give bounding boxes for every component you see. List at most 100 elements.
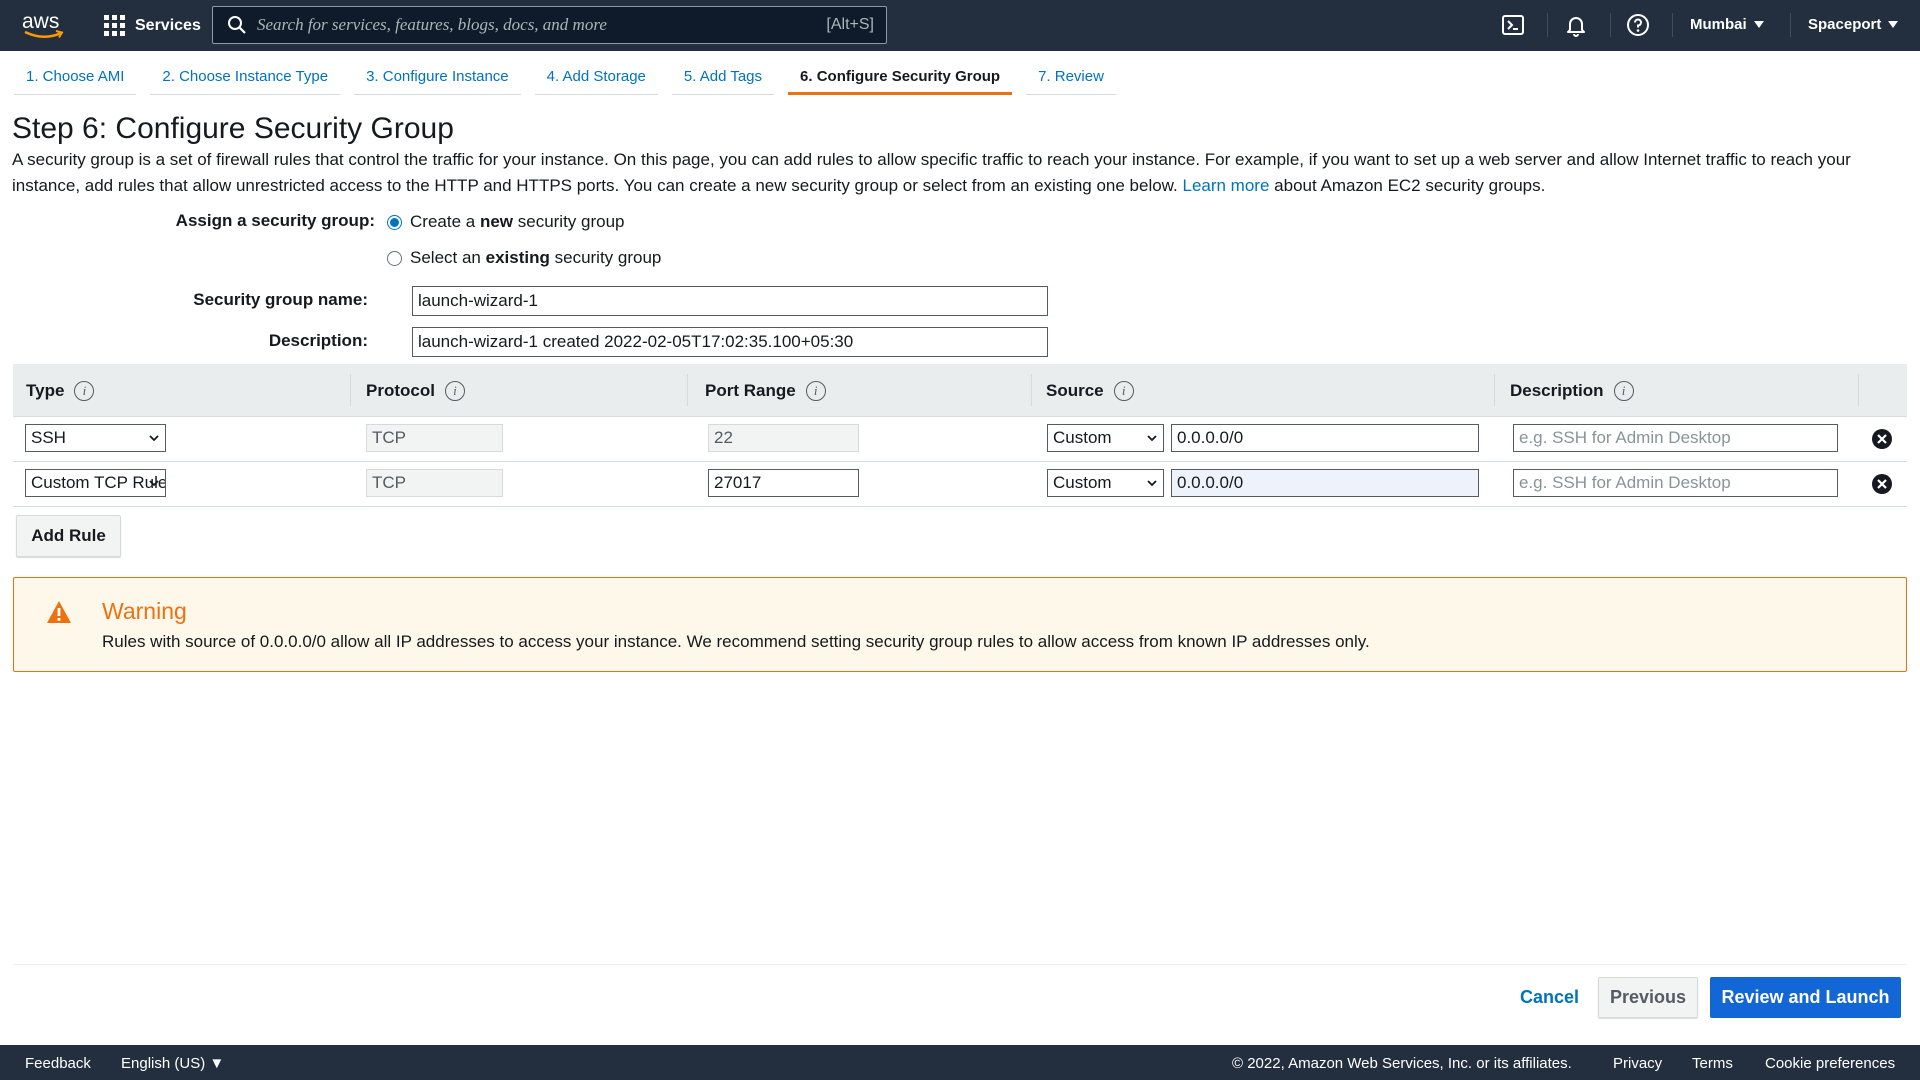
notifications-bell-icon[interactable] [1564,13,1588,37]
table-row: SSH Custom [13,417,1907,462]
option-create-new[interactable]: Create a new security group [387,212,625,232]
rule-description-input[interactable] [1513,424,1838,452]
rule-protocol-input [366,424,503,452]
column-divider [1858,374,1859,406]
rule-source-select[interactable]: Custom [1047,469,1164,497]
tab-choose-instance-type[interactable]: 2. Choose Instance Type [150,60,341,95]
description-input[interactable] [412,327,1048,357]
rule-source-cidr-input[interactable] [1171,469,1479,497]
region-label: Mumbai [1690,16,1747,33]
nav-divider [1672,13,1673,37]
nav-divider [1547,13,1548,37]
rule-protocol-input [366,469,503,497]
chevron-down-icon [1147,480,1157,487]
rule-port-range-input [708,424,859,452]
description-label: Description: [268,331,368,350]
account-label: Spaceport [1808,16,1882,33]
account-menu[interactable]: Spaceport [1808,16,1899,33]
previous-button[interactable]: Previous [1598,977,1698,1018]
cancel-button[interactable]: Cancel [1520,987,1579,1008]
option-create-new-label: Create a new security group [410,212,625,231]
column-header-type: Type i [26,364,95,417]
chevron-down-icon [1147,435,1157,442]
warning-text: Rules with source of 0.0.0.0/0 allow all… [102,632,1370,651]
column-divider [1031,374,1032,406]
info-icon[interactable]: i [805,380,826,401]
warning-title: Warning [102,598,187,624]
nav-divider [1610,13,1611,37]
global-search[interactable]: [Alt+S] [212,6,887,44]
tab-add-storage[interactable]: 4. Add Storage [534,60,658,95]
tab-choose-ami[interactable]: 1. Choose AMI [14,60,137,95]
remove-rule-icon[interactable] [1871,473,1893,495]
column-divider [687,374,688,406]
console-footer: Feedback English (US) ▼ © 2022, Amazon W… [0,1045,1920,1080]
column-header-description: Description i [1510,364,1634,417]
learn-more-link[interactable]: Learn more [1182,176,1269,195]
rule-type-select[interactable]: SSH [25,424,166,452]
services-menu-button[interactable]: Services [104,12,201,39]
grid-icon [104,15,125,36]
rule-type-select[interactable]: Custom TCP Rule [25,469,166,497]
table-row: Custom TCP Rule Custom [13,462,1907,507]
feedback-link[interactable]: Feedback [25,1055,91,1072]
rule-source-select[interactable]: Custom [1047,424,1164,452]
page-title: Step 6: Configure Security Group [12,112,454,145]
security-rules-table: Type i Protocol i Port Range i Source i … [13,364,1907,507]
intro-suffix: about Amazon EC2 security groups. [1274,176,1546,195]
language-selector[interactable]: English (US) ▼ [121,1055,224,1072]
aws-logo[interactable]: aws [22,8,66,42]
rule-source-cidr-input[interactable] [1171,424,1479,452]
column-header-port-range: Port Range i [705,364,826,417]
top-navigation-bar: aws Services [Alt+S] [0,0,1920,51]
search-input[interactable] [257,15,827,35]
info-icon[interactable]: i [1613,380,1634,401]
info-icon[interactable]: i [74,380,95,401]
remove-rule-icon[interactable] [1871,428,1893,450]
radio-select-existing[interactable] [387,250,402,266]
chevron-down-icon [149,435,159,442]
cloudshell-icon[interactable] [1501,13,1525,37]
security-group-name-input[interactable] [412,286,1048,316]
tab-configure-security-group[interactable]: 6. Configure Security Group [788,60,1013,95]
search-icon [228,16,246,34]
radio-create-new[interactable] [387,214,402,230]
footer-divider [13,964,1907,965]
info-icon[interactable]: i [1113,380,1134,401]
services-label: Services [135,16,201,34]
column-header-source: Source i [1046,364,1134,417]
option-select-existing-label: Select an existing security group [410,248,662,267]
help-icon[interactable] [1626,13,1650,37]
wizard-steps-tabs: 1. Choose AMI 2. Choose Instance Type 3.… [14,60,1116,96]
aws-smile-icon [24,30,64,39]
warning-alert: Warning Rules with source of 0.0.0.0/0 a… [13,577,1907,672]
caret-down-icon [1753,21,1764,28]
assign-security-group-label: Assign a security group: [175,211,375,230]
security-group-name-label: Security group name: [193,290,368,309]
terms-link[interactable]: Terms [1692,1055,1733,1072]
cookie-preferences-link[interactable]: Cookie preferences [1765,1055,1895,1072]
copyright-text: © 2022, Amazon Web Services, Inc. or its… [1232,1055,1572,1072]
column-divider [350,374,351,406]
column-header-protocol: Protocol i [366,364,465,417]
info-icon[interactable]: i [444,380,465,401]
privacy-link[interactable]: Privacy [1613,1055,1662,1072]
intro-text: A security group is a set of firewall ru… [12,150,1851,195]
region-selector[interactable]: Mumbai [1690,16,1764,33]
tab-configure-instance[interactable]: 3. Configure Instance [354,60,521,95]
add-rule-button[interactable]: Add Rule [16,515,121,557]
caret-down-icon: ▼ [209,1055,225,1072]
tab-review[interactable]: 7. Review [1026,60,1116,95]
rule-description-input[interactable] [1513,469,1838,497]
column-divider [1494,374,1495,406]
review-and-launch-button[interactable]: Review and Launch [1710,977,1901,1018]
tab-add-tags[interactable]: 5. Add Tags [671,60,775,95]
caret-down-icon [1888,21,1899,28]
table-header: Type i Protocol i Port Range i Source i … [13,364,1907,417]
search-shortcut-hint: [Alt+S] [826,16,874,33]
nav-divider [1790,13,1791,37]
page-intro: A security group is a set of firewall ru… [12,147,1912,199]
rule-port-range-input[interactable] [708,469,859,497]
warning-icon [47,601,71,623]
option-select-existing[interactable]: Select an existing security group [387,248,661,268]
